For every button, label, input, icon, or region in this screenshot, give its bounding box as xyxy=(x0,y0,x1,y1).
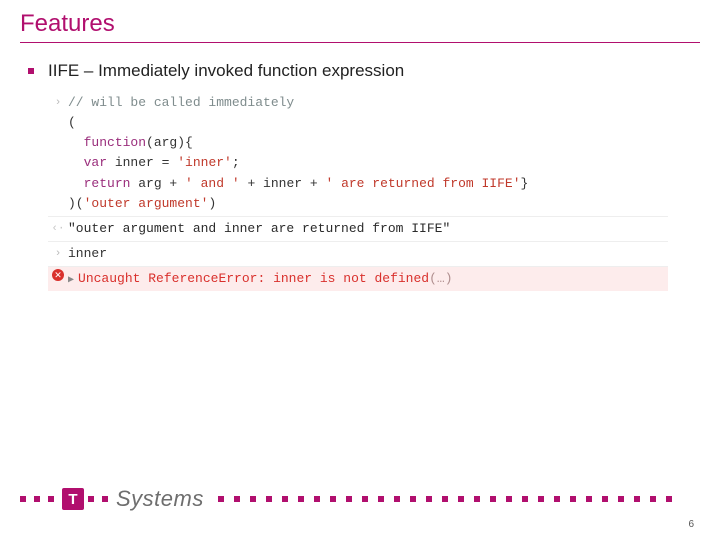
string-literal: ' are returned from IIFE' xyxy=(325,176,520,191)
dot-icon xyxy=(314,496,320,502)
dot-icon xyxy=(538,496,544,502)
disclosure-triangle-icon: ▶ xyxy=(68,275,74,286)
t-systems-logo: T Systems xyxy=(62,486,204,512)
dot-icon xyxy=(234,496,240,502)
prompt-in-icon: › xyxy=(48,244,68,263)
dot-icon xyxy=(250,496,256,502)
console-input-row: › // will be called immediately ( functi… xyxy=(48,91,668,216)
dot-icon xyxy=(346,496,352,502)
dot-icon xyxy=(650,496,656,502)
dot-icon xyxy=(362,496,368,502)
error-text: ▶Uncaught ReferenceError: inner is not d… xyxy=(68,269,668,289)
dot-icon xyxy=(602,496,608,502)
dot-icon xyxy=(410,496,416,502)
dot-icon xyxy=(34,496,40,502)
dot-icon xyxy=(218,496,224,502)
dot-icon xyxy=(506,496,512,502)
dot-icon xyxy=(458,496,464,502)
page-title: Features xyxy=(20,10,700,43)
console-output-row: ‹· "outer argument and inner are returne… xyxy=(48,216,668,241)
dot-icon xyxy=(394,496,400,502)
dot-icon xyxy=(88,496,94,502)
prompt-out-icon: ‹· xyxy=(48,219,68,238)
page-number: 6 xyxy=(688,519,694,530)
code-comment: // will be called immediately xyxy=(68,95,294,110)
dot-icon xyxy=(102,496,108,502)
dot-icon xyxy=(298,496,304,502)
dot-icon xyxy=(330,496,336,502)
bullet-item: IIFE – Immediately invoked function expr… xyxy=(28,61,700,81)
console-input-row: › inner xyxy=(48,241,668,266)
code-paren: ( xyxy=(68,115,76,130)
keyword-return: return xyxy=(84,176,131,191)
dot-icon xyxy=(618,496,624,502)
code-body: inner xyxy=(68,244,668,264)
dot-icon xyxy=(554,496,560,502)
slide: Features IIFE – Immediately invoked func… xyxy=(0,0,720,540)
dots-mid xyxy=(88,496,112,502)
error-icon: ✕ xyxy=(52,269,64,281)
dot-icon xyxy=(490,496,496,502)
dot-icon xyxy=(570,496,576,502)
dot-icon xyxy=(586,496,592,502)
dot-icon xyxy=(522,496,528,502)
dot-icon xyxy=(442,496,448,502)
dot-icon xyxy=(634,496,640,502)
keyword-function: function xyxy=(84,135,146,150)
prompt-in-icon: › xyxy=(48,93,68,112)
dot-icon xyxy=(426,496,432,502)
dot-icon xyxy=(474,496,480,502)
dot-icon xyxy=(282,496,288,502)
dot-icon xyxy=(266,496,272,502)
logo-text: Systems xyxy=(116,486,204,512)
output-text: "outer argument and inner are returned f… xyxy=(68,219,668,239)
code-body: // will be called immediately ( function… xyxy=(68,93,668,214)
keyword-var: var xyxy=(84,155,107,170)
dots-left xyxy=(20,496,62,502)
bullet-text: IIFE – Immediately invoked function expr… xyxy=(48,61,404,81)
dots-right xyxy=(218,496,700,502)
error-icon-cell: ✕ xyxy=(48,269,68,281)
string-literal: ' and ' xyxy=(185,176,240,191)
console-block: › // will be called immediately ( functi… xyxy=(48,91,668,291)
string-literal: 'inner' xyxy=(177,155,232,170)
dot-icon xyxy=(378,496,384,502)
dot-icon xyxy=(666,496,672,502)
dot-icon xyxy=(48,496,54,502)
dot-icon xyxy=(20,496,26,502)
logo-t-box: T xyxy=(62,488,84,510)
console-error-row: ✕ ▶Uncaught ReferenceError: inner is not… xyxy=(48,266,668,291)
bullet-icon xyxy=(28,68,34,74)
string-literal: 'outer argument' xyxy=(84,196,209,211)
footer: T Systems xyxy=(20,486,700,512)
